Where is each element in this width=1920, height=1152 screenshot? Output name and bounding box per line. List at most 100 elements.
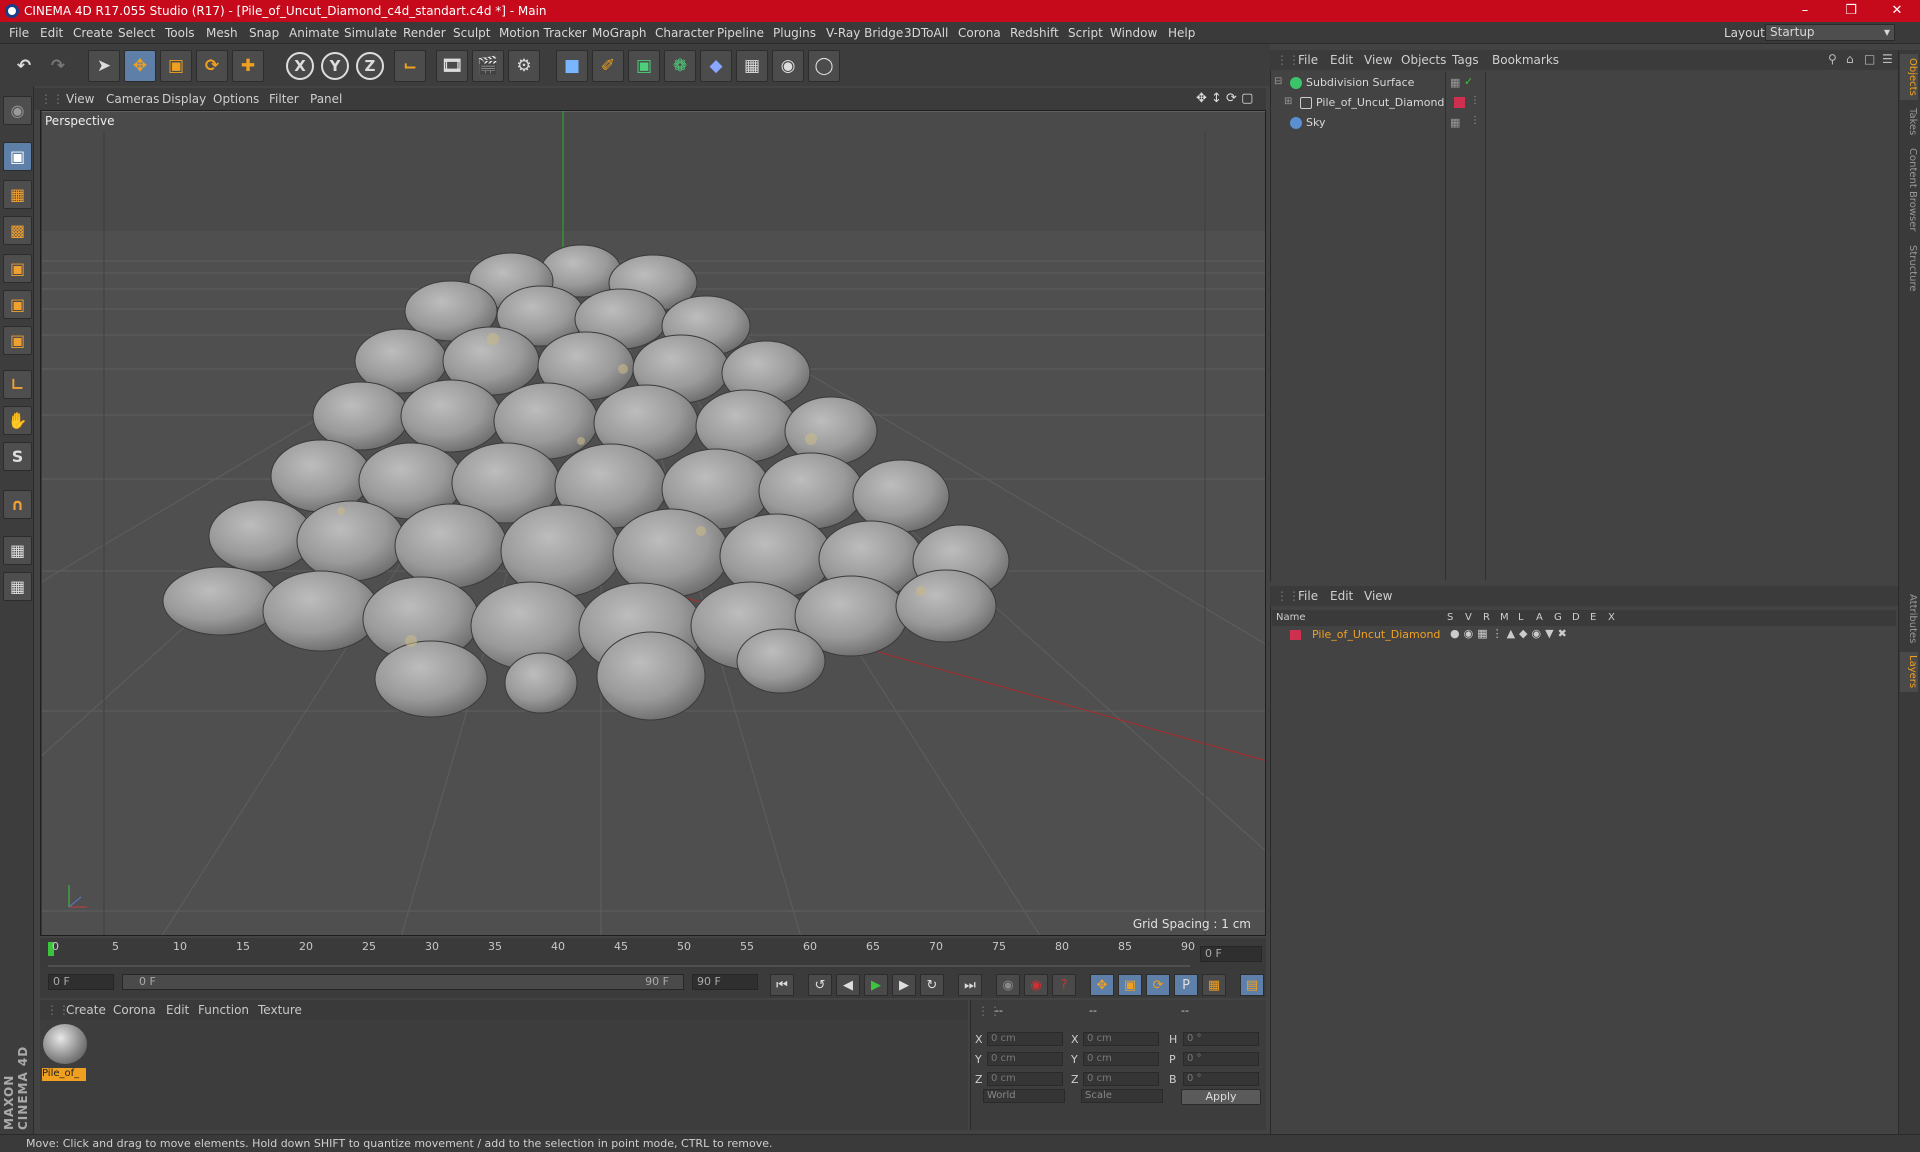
layer-toggle-icons[interactable]: ●◉▦⋮▲◆◉▼✖: [1450, 627, 1571, 640]
undo-icon[interactable]: ↶: [8, 50, 40, 82]
key-pla-icon[interactable]: ▦: [1202, 974, 1226, 996]
menu-animate[interactable]: Animate: [289, 26, 339, 40]
start-frame-field[interactable]: 0 F: [48, 974, 114, 990]
objects-menu-tags[interactable]: Tags: [1452, 53, 1479, 67]
objects-menu-objects[interactable]: Objects: [1401, 53, 1446, 67]
menu-help[interactable]: Help: [1168, 26, 1195, 40]
size-x-field[interactable]: 0 cm: [1083, 1032, 1159, 1046]
record-keys-icon[interactable]: ◉: [996, 974, 1020, 996]
select-tool-icon[interactable]: ➤: [88, 50, 120, 82]
y-axis-lock-button[interactable]: Y: [321, 52, 349, 80]
restore-icon[interactable]: ❐: [1828, 0, 1874, 22]
menu-motion-tracker[interactable]: Motion Tracker: [499, 26, 587, 40]
points-mode-icon[interactable]: ▣: [3, 254, 32, 283]
menu-simulate[interactable]: Simulate: [344, 26, 397, 40]
position-x-field[interactable]: 0 cm: [987, 1032, 1063, 1046]
visibility-dots-icon[interactable]: ⋮: [1470, 115, 1480, 126]
visibility-dots-icon[interactable]: ⋮: [1470, 95, 1480, 106]
cube-icon[interactable]: ■: [556, 50, 588, 82]
z-axis-lock-button[interactable]: Z: [356, 52, 384, 80]
key-position-icon[interactable]: ✥: [1090, 974, 1114, 996]
position-z-field[interactable]: 0 cm: [987, 1072, 1063, 1086]
menu-render[interactable]: Render: [403, 26, 446, 40]
timeline-window-icon[interactable]: ▤: [1240, 974, 1264, 996]
camera-icon[interactable]: ◉: [772, 50, 804, 82]
home-icon[interactable]: ⌂: [1846, 52, 1854, 66]
material-menu-create[interactable]: Create: [66, 1003, 106, 1017]
enabled-check-icon[interactable]: ✓: [1464, 75, 1473, 88]
mograph-cloner-icon[interactable]: ❁: [664, 50, 696, 82]
prev-key-icon[interactable]: ↺: [808, 974, 832, 996]
search-icon[interactable]: ⚲: [1828, 52, 1837, 66]
collapse-icon[interactable]: ⊟: [1274, 76, 1282, 87]
subdivision-icon[interactable]: ▣: [628, 50, 660, 82]
material-menu-texture[interactable]: Texture: [258, 1003, 302, 1017]
edges-mode-icon[interactable]: ▣: [3, 290, 32, 319]
menu-3dtoall[interactable]: 3DToAll: [904, 26, 948, 40]
light-icon[interactable]: ◯: [808, 50, 840, 82]
size-z-field[interactable]: 0 cm: [1083, 1072, 1159, 1086]
render-picture-viewer-icon[interactable]: 🎬: [472, 50, 504, 82]
tab-content-browser[interactable]: Content Browser: [1900, 146, 1918, 234]
objects-menu-file[interactable]: File: [1298, 53, 1318, 67]
tab-layers[interactable]: Layers: [1900, 652, 1918, 692]
material-name[interactable]: Pile_of_: [42, 1068, 86, 1081]
grid-lock-icon[interactable]: ▦: [3, 536, 32, 565]
tab-structure[interactable]: Structure: [1900, 240, 1918, 296]
object-row-sky[interactable]: Sky ▦ ⋮: [1272, 114, 1896, 132]
layers-menu-file[interactable]: File: [1298, 589, 1318, 603]
menu-mesh[interactable]: Mesh: [206, 26, 238, 40]
coordinate-system-icon[interactable]: ⌙: [394, 50, 426, 82]
texture-mode-icon[interactable]: ▦: [3, 180, 32, 209]
grid-snap-icon[interactable]: ▦: [3, 572, 32, 601]
viewport-navigation-icons[interactable]: ✥ ↕ ⟳ ▢: [1196, 91, 1253, 106]
redo-icon[interactable]: ↷: [42, 50, 74, 82]
menu-sculpt[interactable]: Sculpt: [453, 26, 490, 40]
snap-icon[interactable]: S: [3, 442, 32, 471]
end-frame-field[interactable]: 90 F: [692, 974, 758, 990]
polygons-mode-icon[interactable]: ▣: [3, 326, 32, 355]
apply-button[interactable]: Apply: [1181, 1089, 1261, 1105]
menu-corona[interactable]: Corona: [958, 26, 1001, 40]
layout-select[interactable]: Startup ▾: [1765, 24, 1895, 41]
magnet-icon[interactable]: ∩: [3, 490, 32, 519]
material-menu-corona[interactable]: Corona: [113, 1003, 156, 1017]
position-y-field[interactable]: 0 cm: [987, 1052, 1063, 1066]
menu-select[interactable]: Select: [118, 26, 155, 40]
menu-mograph[interactable]: MoGraph: [592, 26, 647, 40]
deformer-icon[interactable]: ◆: [700, 50, 732, 82]
autokey-icon[interactable]: ◉: [1024, 974, 1048, 996]
menu-file[interactable]: File: [9, 26, 29, 40]
key-rotation-icon[interactable]: ⟳: [1146, 974, 1170, 996]
tab-takes[interactable]: Takes: [1900, 104, 1918, 140]
layers-menu-edit[interactable]: Edit: [1330, 589, 1353, 603]
material-thumbnail[interactable]: [43, 1024, 87, 1064]
model-mode-icon[interactable]: ▣: [3, 142, 32, 171]
objects-menu-view[interactable]: View: [1364, 53, 1392, 67]
viewport-menu-view[interactable]: View: [66, 92, 94, 106]
size-mode-select[interactable]: Scale: [1081, 1089, 1163, 1103]
render-view-icon[interactable]: 🎞: [436, 50, 468, 82]
panel-menu-icon[interactable]: ☰: [1882, 52, 1893, 66]
menu-character[interactable]: Character: [655, 26, 714, 40]
next-frame-icon[interactable]: ▶: [892, 974, 916, 996]
minimize-icon[interactable]: –: [1782, 0, 1828, 22]
x-axis-lock-button[interactable]: X: [286, 52, 314, 80]
objects-menu-edit[interactable]: Edit: [1330, 53, 1353, 67]
size-y-field[interactable]: 0 cm: [1083, 1052, 1159, 1066]
render-settings-icon[interactable]: ⚙: [508, 50, 540, 82]
goto-start-icon[interactable]: ⏮: [770, 974, 794, 996]
menu-tools[interactable]: Tools: [165, 26, 195, 40]
close-icon[interactable]: ✕: [1874, 0, 1920, 22]
transform-tool-icon[interactable]: ✚: [232, 50, 264, 82]
objects-menu-bookmarks[interactable]: Bookmarks: [1492, 53, 1559, 67]
menu-edit[interactable]: Edit: [40, 26, 63, 40]
coordinate-mode-select[interactable]: World: [983, 1089, 1065, 1103]
material-menu-function[interactable]: Function: [198, 1003, 249, 1017]
viewport-menu-panel[interactable]: Panel: [310, 92, 342, 106]
move-tool-icon[interactable]: ✥: [124, 50, 156, 82]
goto-end-icon[interactable]: ⏭: [958, 974, 982, 996]
layer-color-swatch[interactable]: [1290, 630, 1301, 640]
pen-spline-icon[interactable]: ✐: [592, 50, 624, 82]
next-key-icon[interactable]: ↻: [920, 974, 944, 996]
